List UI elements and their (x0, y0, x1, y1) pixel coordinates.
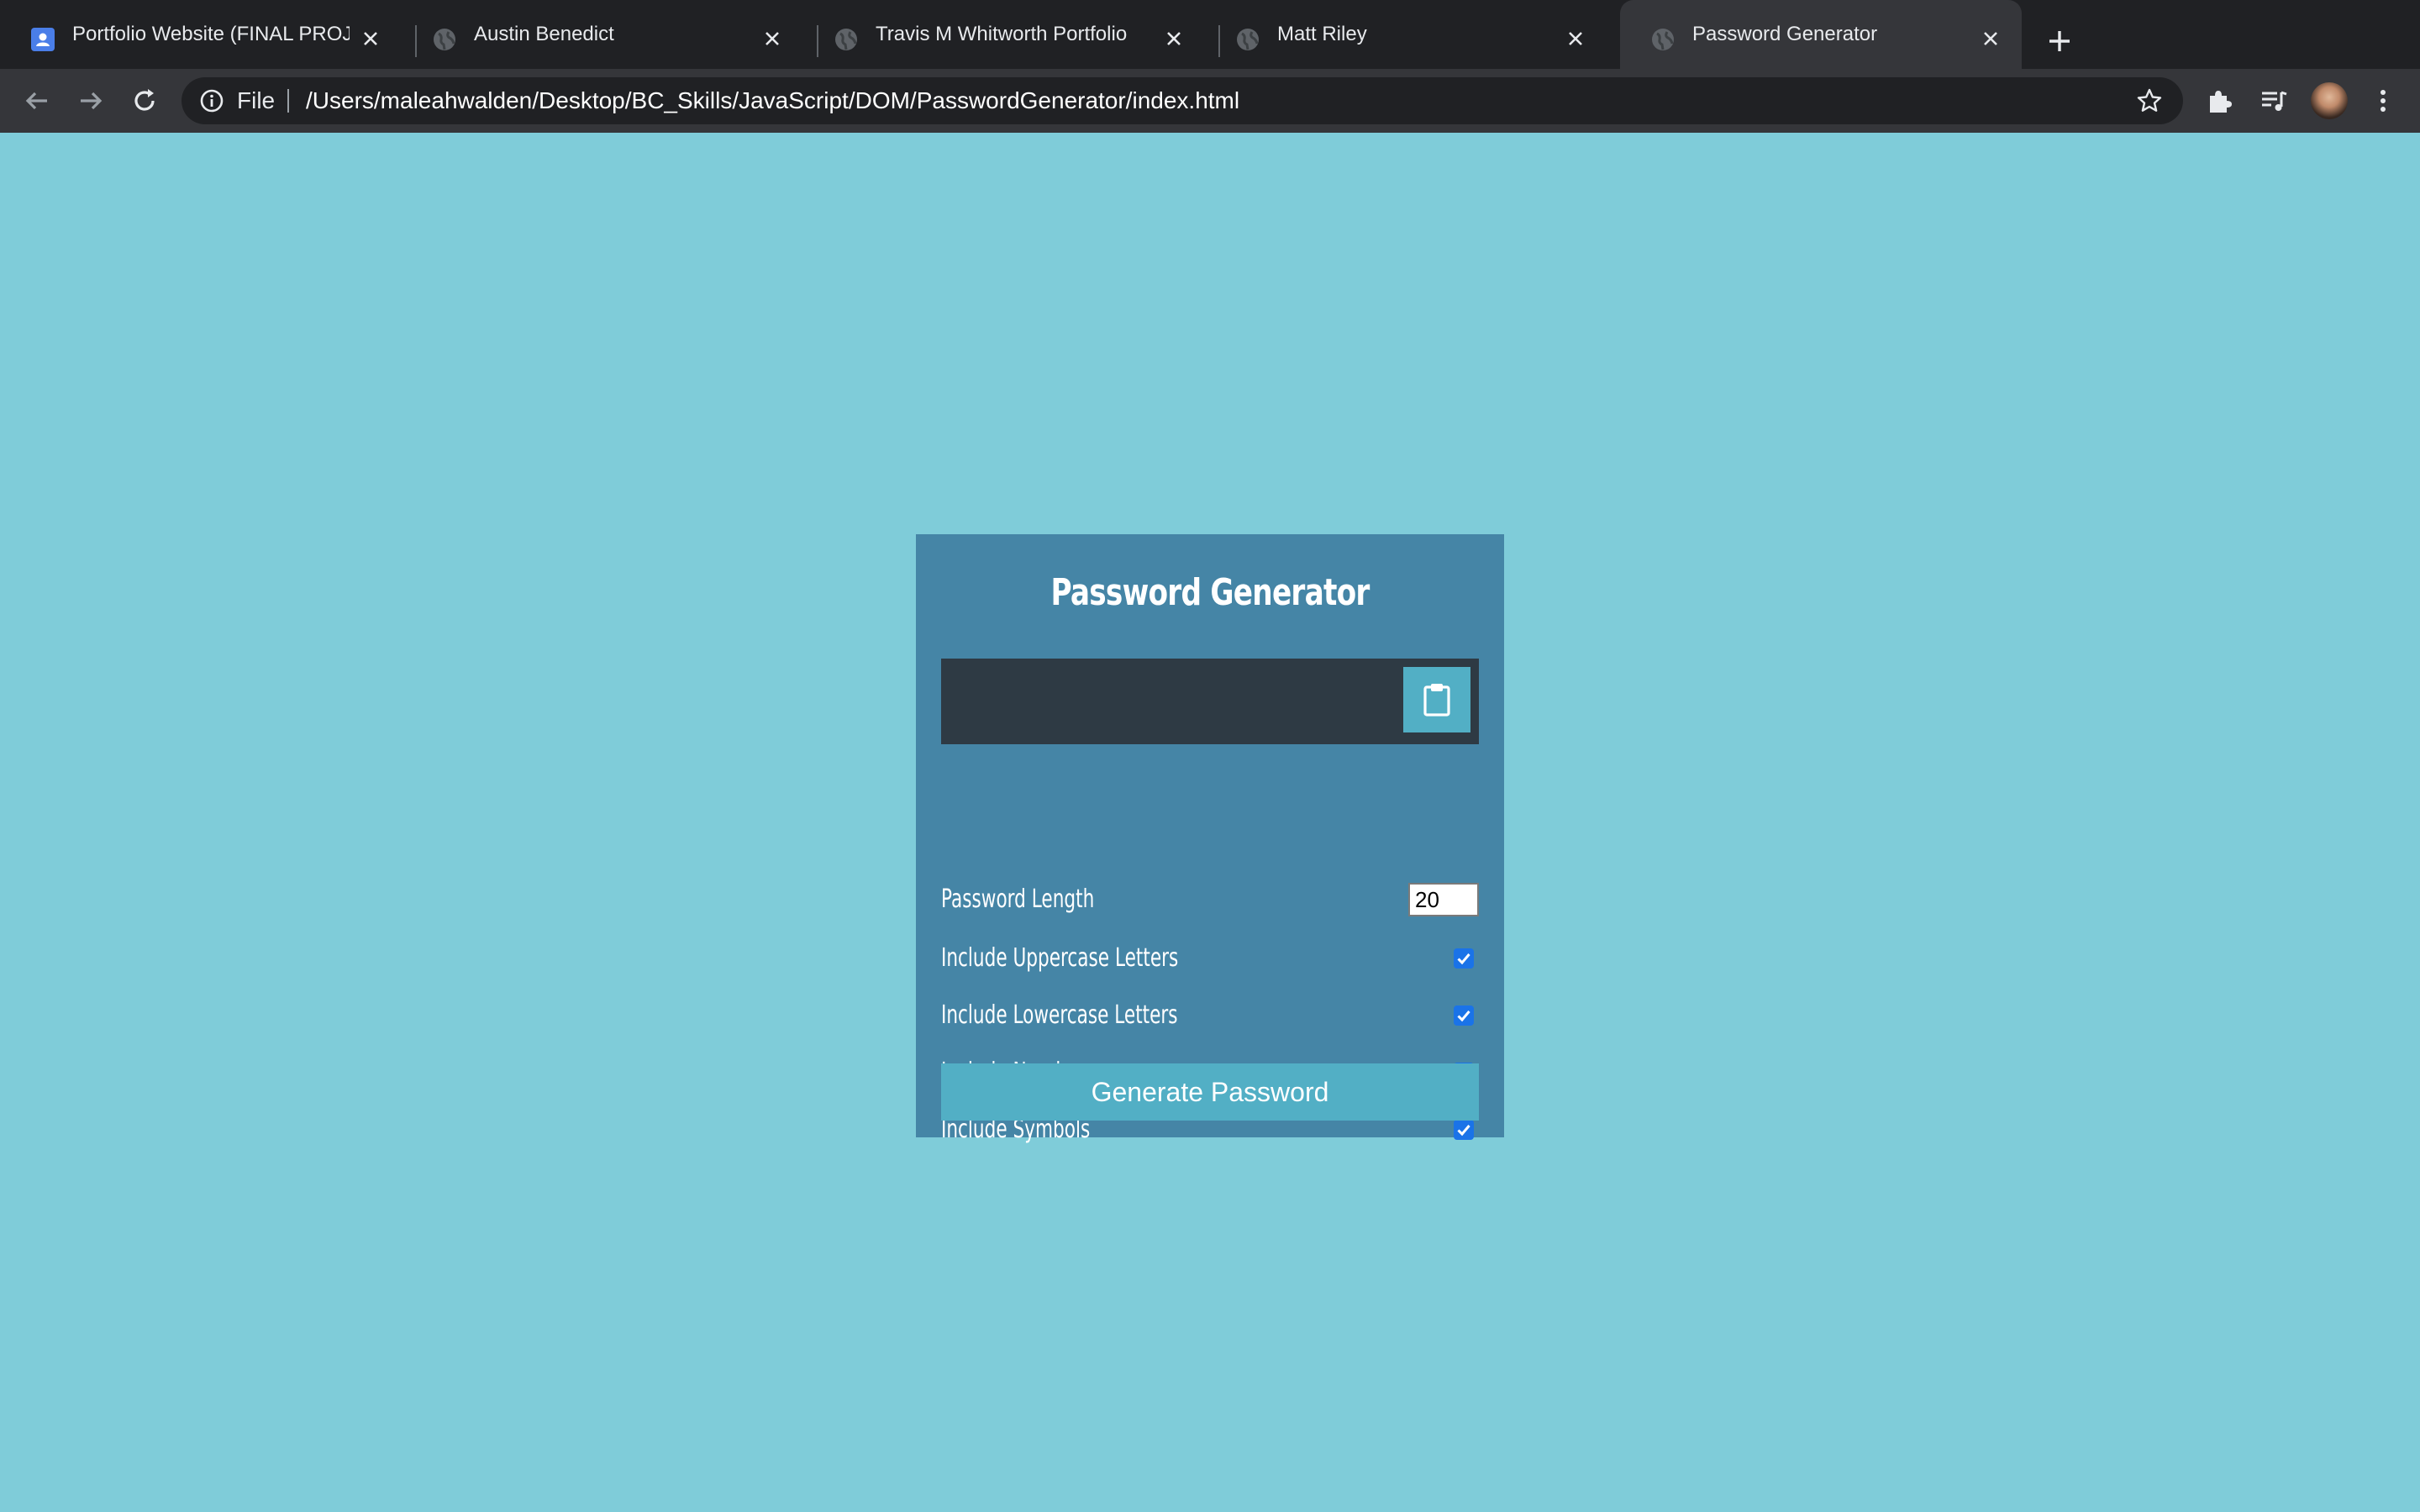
clipboard-icon (1423, 684, 1450, 717)
tab-portfolio-website[interactable]: Portfolio Website (FINAL PROJ (0, 0, 402, 69)
password-generator-card: Password Generator Password Length Inclu… (916, 534, 1504, 1144)
generate-password-button[interactable]: Generate Password (941, 1063, 1479, 1121)
symbols-checkbox[interactable] (1454, 1120, 1474, 1140)
close-icon[interactable] (361, 29, 380, 48)
tab-title: Matt Riley (1277, 23, 1367, 45)
checkmark-icon (1457, 1011, 1470, 1022)
option-uppercase-label: Include Uppercase Letters (941, 943, 1179, 973)
lowercase-checkbox[interactable] (1454, 1005, 1474, 1026)
password-result-field[interactable] (941, 659, 1479, 744)
media-playlist-icon[interactable] (2259, 86, 2289, 116)
option-uppercase-row: Include Uppercase Letters (941, 937, 1479, 979)
tab-title: Austin Benedict (474, 23, 614, 45)
tab-password-generator[interactable]: Password Generator (1620, 0, 2022, 69)
password-length-label: Password Length (941, 885, 1095, 914)
uppercase-checkbox[interactable] (1454, 948, 1474, 969)
bookmark-star-icon[interactable] (2136, 87, 2163, 114)
globe-icon (1652, 29, 1674, 50)
copy-to-clipboard-button[interactable] (1403, 667, 1470, 732)
browser-chrome: Portfolio Website (FINAL PROJ Austin Ben… (0, 0, 2420, 133)
reload-icon[interactable] (129, 86, 160, 116)
tab-travis-whitworth[interactable]: Travis M Whitworth Portfolio (803, 0, 1205, 69)
url-text[interactable]: /Users/maleahwalden/Desktop/BC_Skills/Ja… (306, 77, 1239, 124)
password-length-row: Password Length (941, 879, 1479, 921)
password-length-input[interactable] (1408, 883, 1479, 916)
tab-strip: Portfolio Website (FINAL PROJ Austin Ben… (0, 0, 2420, 69)
checkmark-icon (1457, 1125, 1470, 1137)
tab-title: Travis M Whitworth Portfolio (876, 23, 1128, 45)
globe-icon (434, 29, 455, 50)
forward-arrow-icon[interactable] (76, 86, 106, 116)
info-icon[interactable] (198, 87, 225, 114)
close-icon[interactable] (763, 29, 781, 48)
tab-austin-benedict[interactable]: Austin Benedict (402, 0, 803, 69)
omnibox-divider (287, 89, 289, 113)
browser-toolbar: File /Users/maleahwalden/Desktop/BC_Skil… (0, 69, 2420, 133)
globe-icon (1237, 29, 1259, 50)
tab-matt-riley[interactable]: Matt Riley (1205, 0, 1607, 69)
page-title: Password Generator (1050, 571, 1370, 614)
address-bar[interactable]: File /Users/maleahwalden/Desktop/BC_Skil… (182, 77, 2183, 124)
option-lowercase-row: Include Lowercase Letters (941, 995, 1479, 1037)
close-icon[interactable] (1981, 29, 2000, 48)
checkmark-icon (1457, 953, 1470, 965)
back-arrow-icon[interactable] (22, 86, 52, 116)
new-tab-plus-icon[interactable] (2045, 27, 2074, 55)
option-lowercase-label: Include Lowercase Letters (941, 1000, 1178, 1030)
profile-avatar[interactable] (2311, 82, 2348, 119)
close-icon[interactable] (1165, 29, 1183, 48)
tab-title: Portfolio Website (FINAL PROJ (72, 23, 350, 45)
extensions-puzzle-icon[interactable] (2205, 86, 2235, 116)
close-icon[interactable] (1566, 29, 1585, 48)
scheme-label: File (237, 87, 276, 113)
page-content: Password Generator Password Length Inclu… (0, 133, 2420, 1512)
more-menu-icon[interactable] (2368, 86, 2398, 116)
tab-title: Password Generator (1692, 23, 1878, 45)
contact-card-icon (31, 28, 55, 51)
globe-icon (835, 29, 857, 50)
